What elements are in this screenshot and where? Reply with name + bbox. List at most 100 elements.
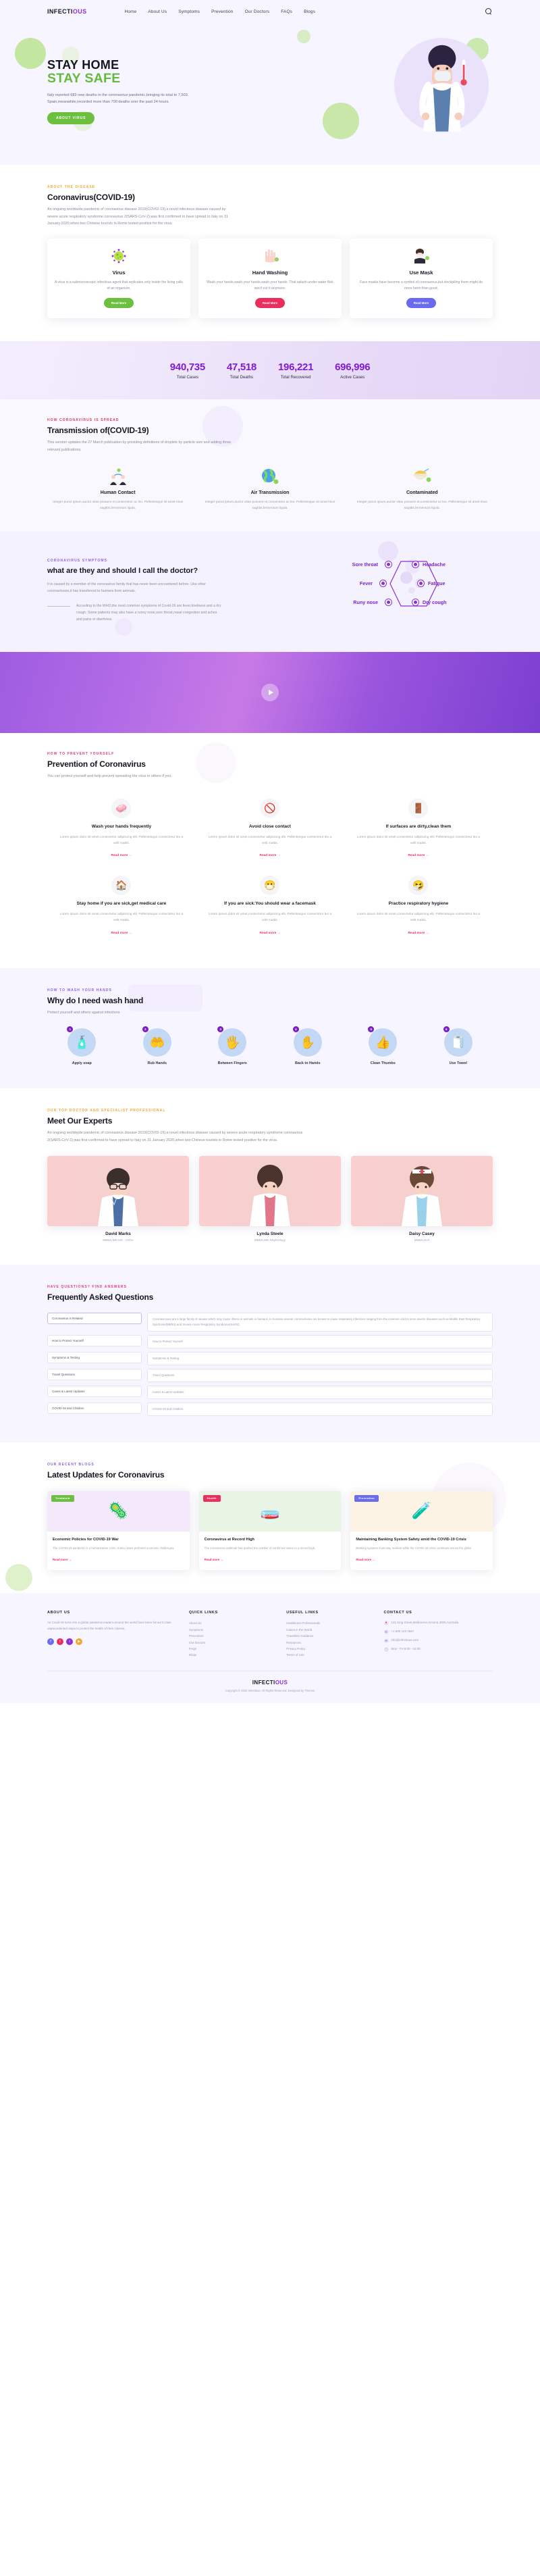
read-more-button[interactable]: Read More	[406, 298, 437, 309]
step-label: Back to Hands	[295, 1061, 321, 1066]
about-card-title: Hand Washing	[252, 269, 288, 276]
footer-link[interactable]: Terms of Use	[286, 1652, 370, 1658]
prevention-item-text: Lorem ipsum dolor sit amet,consectetur a…	[356, 835, 481, 846]
faq-row: Coronavirus is Related Coronaviruses are…	[47, 1313, 493, 1332]
read-more-link[interactable]: Read more →	[408, 854, 429, 857]
nav-item-prevention[interactable]: Prevention	[211, 9, 234, 14]
respiratory-hygiene-icon: 🤧	[408, 876, 429, 896]
footer-link[interactable]: Resources	[286, 1640, 370, 1646]
symptoms-title: what are they and should I call the doct…	[47, 566, 198, 575]
faq-answer: Cases & Latest Updates	[147, 1386, 493, 1399]
about-card[interactable]: Hand Washing Wash your hands,wash your h…	[198, 238, 342, 319]
footer-about-text: As Covid-19 turns into a global pandemic…	[47, 1621, 171, 1630]
prevention-item: 🚪 If surfaces are dirty,clean them Lorem i…	[344, 792, 493, 869]
read-more-link[interactable]: Read more →	[111, 932, 132, 935]
footer-heading-about: ABOUT US	[47, 1611, 70, 1615]
doctor-name: David Marks	[105, 1232, 131, 1237]
footer-link[interactable]: Blogs	[189, 1652, 273, 1658]
play-icon[interactable]	[261, 683, 279, 701]
footer-useful-links: USEFUL LINKS Healthcare Professionals Ca…	[286, 1611, 370, 1659]
use-towel-icon: 6 🧻	[443, 1026, 473, 1057]
doctor-card[interactable]: Lynda Steele MBBS,MD,Nephrology	[199, 1156, 341, 1242]
footer-link[interactable]: About Us	[189, 1620, 273, 1626]
contact-item: 📍 121 King Street,Melbourne,Victoria 3000…	[383, 1620, 493, 1626]
youtube-icon[interactable]: ▶	[76, 1638, 82, 1645]
hero-line-1: STAY HOME	[47, 57, 119, 72]
nav-item-home[interactable]: Home	[125, 9, 137, 14]
footer-quick-links: QUICK LINKS About Us Symptoms Prevention…	[189, 1611, 273, 1659]
read-more-link[interactable]: Read more →	[53, 1558, 72, 1561]
instagram-icon[interactable]: i	[66, 1638, 73, 1645]
nav-item-faqs[interactable]: FAQs	[281, 9, 292, 14]
read-more-link[interactable]: Read more →	[408, 932, 429, 935]
nav-item-about-us[interactable]: About Us	[148, 9, 167, 14]
blog-card-text: Banking systems must stay resilient whil…	[356, 1546, 473, 1550]
step-label: Clean Thumbs	[370, 1061, 396, 1066]
about-virus-button[interactable]: ABOUT VIRUS	[47, 112, 95, 125]
step-glyph: ✋	[300, 1035, 315, 1049]
blog-tag: Prevention	[354, 1494, 379, 1502]
faq-question[interactable]: Cases & Latest Updates	[47, 1386, 142, 1397]
doctor-name: Daisy Casey	[409, 1232, 435, 1237]
faq-answer: Coronaviruses are a large family of viru…	[147, 1313, 493, 1332]
footer-logo-accent: OUS	[275, 1679, 288, 1686]
faq-question[interactable]: COVID-19 and Children	[47, 1402, 142, 1414]
transmission-eyebrow: HOW CORONAVIRUS IS SPREAD	[47, 418, 119, 423]
prevention-title: Prevention of Coronavirus	[47, 759, 146, 769]
footer-link[interactable]: FAQs	[189, 1646, 273, 1652]
transmission-item-text: Integer purus ipsum,auctor vitae posuere…	[356, 500, 487, 510]
stat-label: Total Cases	[176, 374, 198, 380]
twitter-icon[interactable]: t	[57, 1638, 63, 1645]
nav-item-our-doctors[interactable]: Our Doctors	[245, 9, 270, 14]
footer-link[interactable]: Prevention	[189, 1633, 273, 1639]
about-card[interactable]: Virus A virus is a submicroscopic infect…	[47, 238, 190, 319]
footer-link[interactable]: Privacy Policy	[286, 1646, 370, 1652]
faq-question[interactable]: Travel Questions	[47, 1369, 142, 1381]
search-icon[interactable]	[485, 7, 493, 16]
logo[interactable]: INFECTIOUS	[47, 8, 87, 15]
read-more-button[interactable]: Read More	[103, 298, 134, 309]
footer-link[interactable]: Travellers Guidance	[286, 1633, 370, 1639]
facebook-icon[interactable]: f	[47, 1638, 54, 1645]
doctor-role: MBBS,M.D	[414, 1238, 430, 1242]
nav-item-symptoms[interactable]: Symptoms	[178, 9, 200, 14]
stat-label: Total Deaths	[230, 374, 254, 380]
contact-item: 🕘 Mon - Fri 9:00 - 18:00	[383, 1646, 493, 1652]
footer-link[interactable]: Cases in the World	[286, 1627, 370, 1633]
footer-link[interactable]: Symptoms	[189, 1627, 273, 1633]
read-more-link[interactable]: Read more →	[205, 1558, 223, 1561]
about-card[interactable]: Use Mask Face masks have become a symbol…	[350, 238, 493, 319]
back-to-hands-icon: 4 ✋	[292, 1026, 322, 1057]
read-more-link[interactable]: Read more →	[259, 932, 280, 935]
faq-question[interactable]: Symptoms & Testing	[47, 1352, 142, 1364]
read-more-link[interactable]: Read more →	[259, 854, 280, 857]
prevention-item-text: Lorem ipsum dolor sit amet,consectetur a…	[208, 913, 332, 923]
mail-icon: ✉	[383, 1638, 389, 1644]
read-more-link[interactable]: Read more →	[356, 1558, 375, 1561]
footer-logo[interactable]: INFECTIOUS	[47, 1680, 493, 1686]
faq-question[interactable]: How to Protect Yourself	[47, 1335, 142, 1347]
prevention-paragraph: You can protect yourself and help preven…	[47, 774, 172, 778]
contaminated-food-icon	[352, 468, 493, 486]
read-more-link[interactable]: Read more →	[111, 854, 132, 857]
doctor-card[interactable]: David Marks MBBS,MD,MS - Ortho	[47, 1156, 189, 1242]
transmission-item-text: Integer purus ipsum,auctor vitae posuere…	[53, 500, 184, 510]
stat-total-recovered: 196,221 Total Recovered	[278, 361, 313, 380]
blog-card[interactable]: Prevention 🧪 Maintaining Banking System …	[350, 1490, 493, 1571]
faq-question[interactable]: Coronavirus is Related	[47, 1313, 142, 1325]
footer-link[interactable]: Our Doctors	[189, 1640, 273, 1646]
symptom-node	[385, 560, 392, 568]
footer-link[interactable]: Healthcare Professionals	[286, 1620, 370, 1626]
nav-item-blogs[interactable]: Blogs	[304, 9, 315, 14]
about-card-title: Virus	[112, 269, 126, 276]
read-more-button[interactable]: Read More	[254, 298, 286, 309]
clean-surface-icon: 🚪	[408, 799, 429, 819]
prevention-item-text: Lorem ipsum dolor sit amet,consectetur a…	[356, 913, 481, 923]
wash-step: 6 🧻 Use Towel	[424, 1026, 493, 1065]
doctor-card[interactable]: Daisy Casey MBBS,M.D	[351, 1156, 493, 1242]
step-glyph: 🖐	[225, 1035, 240, 1049]
symptom-node	[412, 560, 419, 568]
blog-card[interactable]: Treatment 🦠 Economic Policies for COVID-…	[47, 1490, 190, 1571]
step-glyph: 🧻	[450, 1035, 466, 1049]
blog-card[interactable]: Health 🧫 Coronavirus at Record High The …	[198, 1490, 342, 1571]
